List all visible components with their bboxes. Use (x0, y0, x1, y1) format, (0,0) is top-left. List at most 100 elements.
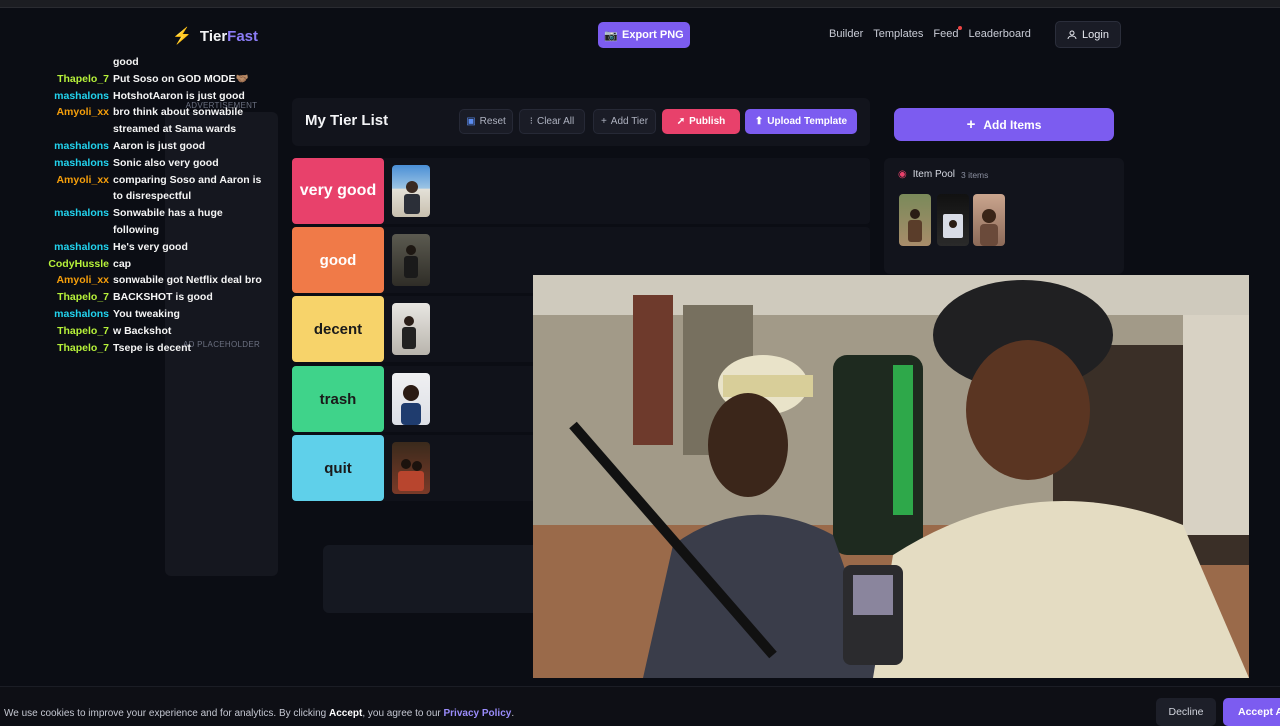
chat-text: cap (113, 257, 132, 270)
export-png-button[interactable]: 📷 Export PNG (598, 22, 690, 48)
upload-label: Upload Template (767, 116, 848, 127)
reset-button[interactable]: ▣ Reset (459, 109, 513, 134)
browser-top-strip (0, 0, 1280, 8)
top-nav: ⚡ TierFast 📷 Export PNG Builder Template… (0, 8, 1280, 60)
chat-username: mashalons (54, 89, 109, 102)
person-photo (908, 209, 922, 242)
rocket-icon: ➚ (676, 116, 686, 127)
upload-icon: ⬆ (754, 116, 764, 127)
chat-message: good (0, 54, 280, 71)
tier-item-thumbnail[interactable] (392, 234, 430, 286)
notification-dot (958, 26, 963, 30)
add-tier-button[interactable]: + Add Tier (593, 109, 656, 134)
chat-message: mashalons Sonwabile has a huge following (0, 205, 280, 239)
stream-chat: good Thapelo_7 Put Soso on GOD MODE🤝🏽 masha… (0, 54, 280, 356)
tier-item-thumbnail[interactable] (392, 303, 430, 355)
chat-message: Amyoli_xx comparing Soso and Aaron is to … (0, 172, 280, 206)
item-pool-header: ◉ Item Pool 3 items (898, 169, 988, 180)
chat-message: Thapelo_7 Put Soso on GOD MODE🤝🏽 (0, 71, 280, 88)
nav-leaderboard[interactable]: Leaderboard (968, 28, 1030, 40)
chat-username: mashalons (54, 207, 109, 220)
chat-text: good (113, 56, 139, 68)
chat-text: Sonwabile has a huge following (113, 207, 223, 236)
publish-button[interactable]: ➚ Publish (662, 109, 740, 134)
person-photo (402, 316, 416, 349)
person-photo (404, 245, 418, 278)
chat-message: mashalons Aaron is just good (0, 138, 280, 155)
camera-icon: 📷 (604, 29, 618, 42)
chat-username: Amyoli_xx (56, 173, 109, 186)
chat-message: Thapelo_7 w Backshot (0, 323, 280, 340)
page-title: My Tier List (305, 112, 389, 129)
logo[interactable]: ⚡ TierFast (172, 26, 258, 46)
add-items-button[interactable]: + Add Items (894, 108, 1114, 141)
tier-label[interactable]: quit (292, 435, 384, 501)
chat-username: Thapelo_7 (57, 291, 109, 304)
chat-text: You tweaking (113, 307, 180, 320)
tier-item-thumbnail[interactable] (392, 373, 430, 425)
chat-username: Amyoli_xx (56, 274, 109, 287)
pool-item[interactable] (937, 194, 969, 246)
tier-row[interactable]: very good (292, 158, 870, 224)
person-photo (943, 214, 963, 238)
nav-builder[interactable]: Builder (829, 28, 863, 40)
pool-item[interactable] (899, 194, 931, 246)
tier-item-thumbnail[interactable] (392, 165, 430, 217)
person-photo (398, 459, 424, 491)
chat-text: sonwabile got Netflix deal bro (113, 274, 262, 287)
add-items-label: Add Items (983, 117, 1042, 132)
chat-message: mashalons He's very good (0, 239, 280, 256)
chat-text: Put Soso on GOD MODE🤝🏽 (113, 72, 249, 85)
tier-item-thumbnail[interactable] (392, 442, 430, 494)
login-button[interactable]: Login (1055, 21, 1121, 48)
privacy-policy-link[interactable]: Privacy Policy (444, 708, 512, 719)
tier-label[interactable]: decent (292, 296, 384, 362)
upload-template-button[interactable]: ⬆ Upload Template (745, 109, 857, 134)
chat-username: Amyoli_xx (56, 106, 109, 119)
webcam-overlay (533, 275, 1249, 678)
logo-text-a: Tier (199, 27, 228, 45)
chat-message: mashalons Sonic also very good (0, 155, 280, 172)
person-photo (404, 181, 420, 214)
clear-all-button[interactable]: ⁝ Clear All (519, 109, 585, 134)
person-photo (980, 209, 998, 246)
tier-label[interactable]: very good (292, 158, 384, 224)
pool-item[interactable] (973, 194, 1005, 246)
cookie-accept-word: Accept (328, 708, 363, 719)
chat-username (0, 54, 113, 71)
chat-username: Thapelo_7 (57, 72, 109, 85)
accept-all-button[interactable]: Accept All (1223, 698, 1280, 726)
chat-username: CodyHussle (48, 257, 109, 270)
item-pool-count: 3 items (960, 169, 989, 180)
chat-text: Aaron is just good (113, 139, 206, 152)
chat-message: Amyoli_xx sonwabile got Netflix deal bro (0, 272, 280, 289)
cookie-prefix: We use cookies to improve your experienc… (4, 708, 329, 719)
reset-icon: ▣ (466, 116, 476, 127)
nav-feed[interactable]: Feed (933, 26, 963, 40)
chat-message: Thapelo_7 BACKSHOT is good (0, 289, 280, 306)
nav-templates[interactable]: Templates (873, 28, 923, 40)
trash-icon: ⁝ (529, 116, 533, 127)
add-tier-label: Add Tier (610, 116, 649, 127)
webcam-video (533, 275, 1249, 678)
person-photo (401, 385, 421, 425)
cookie-text: We use cookies to improve your experienc… (4, 708, 514, 719)
chat-text: Sonic also very good (113, 156, 219, 169)
plus-icon: + (966, 116, 976, 133)
user-icon (1067, 30, 1077, 39)
export-label: Export PNG (621, 29, 684, 41)
chat-username: mashalons (54, 156, 109, 169)
chat-message: CodyHussle cap (0, 256, 280, 273)
chat-username: mashalons (54, 307, 109, 320)
chat-message: mashalons HotshotAaron is just good (0, 88, 280, 105)
publish-label: Publish (689, 116, 726, 127)
chat-message: mashalons You tweaking (0, 306, 280, 323)
chat-username: Thapelo_7 (57, 341, 109, 354)
reset-label: Reset (479, 116, 506, 127)
tier-label[interactable]: trash (292, 366, 384, 432)
bolt-icon: ⚡ (172, 28, 192, 45)
tier-label[interactable]: good (292, 227, 384, 293)
chat-text: He's very good (113, 240, 188, 253)
chat-username: mashalons (54, 139, 109, 152)
decline-button[interactable]: Decline (1156, 698, 1216, 726)
